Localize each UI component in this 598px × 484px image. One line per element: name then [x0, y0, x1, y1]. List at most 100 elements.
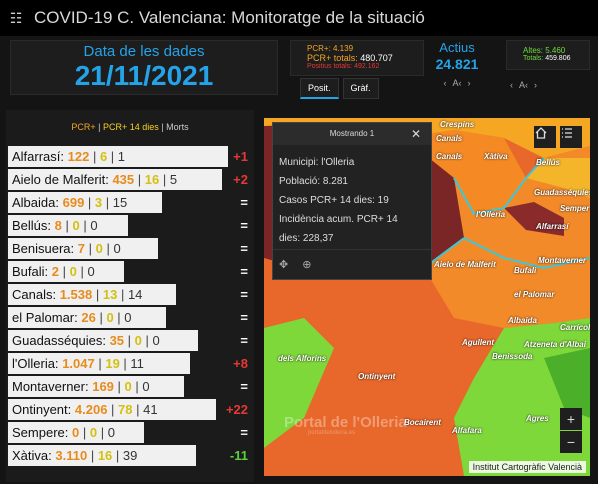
separator: | — [132, 402, 144, 417]
home-button[interactable] — [534, 126, 556, 148]
map-label: dels Alforins — [278, 354, 327, 363]
list-header-morts: Morts — [166, 122, 189, 132]
altes-total: Totals: 459.806 — [523, 55, 589, 62]
separator: | — [95, 310, 107, 325]
list-item[interactable]: Montaverner: 169 | 0 | 0 = — [6, 375, 254, 398]
popup-line: Població: 8.281 — [279, 176, 348, 187]
pcr14-value: 0 — [89, 425, 98, 440]
list-item[interactable]: el Palomar: 26 | 0 | 0 = — [6, 306, 254, 329]
municipality-name: Bellús: — [12, 218, 52, 233]
positius-total: Positius totals: 492.162 — [307, 63, 380, 70]
separator: | — [87, 448, 98, 463]
delta-value: +2 — [233, 172, 248, 187]
municipality-name: Ontinyent: — [12, 402, 72, 417]
prev-button[interactable]: ‹ — [444, 78, 447, 88]
row-text: Canals: 1.538 | 13 | 14 — [6, 287, 142, 302]
list-item[interactable]: Sempere: 0 | 0 | 0 = — [6, 421, 254, 444]
list-item[interactable]: Ontinyent: 4.206 | 78 | 41 +22 — [6, 398, 254, 421]
close-icon[interactable]: ✕ — [411, 123, 421, 145]
list-item[interactable]: Bufali: 2 | 0 | 0 = — [6, 260, 254, 283]
popup-body: Municipi: l'Olleria Població: 8.281 Caso… — [273, 145, 431, 248]
morts-value: 0 — [152, 333, 160, 348]
delta-value: = — [240, 425, 248, 440]
pcr-value: 122 — [67, 149, 90, 164]
pcr14-value: 16 — [97, 448, 113, 463]
zoom-in-button[interactable]: + — [560, 408, 582, 430]
zoom-to-icon[interactable]: ⊕ — [302, 258, 311, 271]
pcr-value: 435 — [112, 172, 135, 187]
row-text: Sempere: 0 | 0 | 0 — [6, 425, 115, 440]
map-label: Bocairent — [404, 418, 441, 427]
zoom-out-button[interactable]: − — [560, 431, 582, 453]
list-item[interactable]: Xàtiva: 3.110 | 16 | 39 -11 — [6, 444, 254, 467]
map-label: Alfafara — [452, 426, 482, 435]
pcr-value: 169 — [92, 379, 114, 394]
next-button[interactable]: › — [534, 80, 537, 90]
separator: | — [79, 218, 91, 233]
municipality-list-panel: PCR+ | PCR+ 14 dies | Morts Alfarrasí: 1… — [6, 110, 254, 482]
map-label: Aielo de Malferit — [434, 260, 496, 269]
actius-panel: Actius 24.821 ‹ A‹ › — [423, 40, 491, 98]
legend-button[interactable] — [560, 126, 582, 148]
map-label: Canals — [436, 152, 463, 161]
separator: | — [112, 448, 123, 463]
separator: | — [97, 425, 108, 440]
pcr-value: 7 — [77, 241, 86, 256]
app-header: ☷ COVID-19 C. Valenciana: Monitoratge de… — [0, 0, 598, 36]
delta-value: = — [240, 264, 248, 279]
municipality-name: Montaverner: — [12, 379, 89, 394]
map-label: el Palomar — [514, 290, 555, 299]
list-item[interactable]: Canals: 1.538 | 13 | 14 = — [6, 283, 254, 306]
tab-positius[interactable]: Posit. — [300, 78, 339, 99]
list-item[interactable]: Benisuera: 7 | 0 | 0 = — [6, 237, 254, 260]
row-text: Albaida: 699 | 3 | 15 — [6, 195, 127, 210]
delta-value: +22 — [225, 402, 248, 417]
separator: | — [134, 172, 145, 187]
list-item[interactable]: Albaida: 699 | 3 | 15 = — [6, 191, 254, 214]
municipality-name: Benisuera: — [12, 241, 75, 256]
municipality-name: Xàtiva: — [12, 448, 52, 463]
tab-grafic[interactable]: Gràf. — [342, 78, 379, 99]
separator: | — [102, 241, 114, 256]
morts-value: 0 — [142, 379, 150, 394]
popup-line: Incidència acum. PCR+ 14 — [279, 214, 398, 225]
popup-title: Mostrando 1 — [329, 129, 375, 138]
feature-popup: Mostrando 1 ✕ Municipi: l'Olleria Poblac… — [272, 122, 432, 280]
separator: | — [61, 218, 73, 233]
prev-button[interactable]: ‹ — [510, 80, 513, 90]
delta-value: = — [240, 218, 248, 233]
separator: | — [119, 356, 131, 371]
map-label: Carrícol — [560, 323, 590, 332]
list-item[interactable]: Guadasséquies: 35 | 0 | 0 = — [6, 329, 254, 352]
first-button[interactable]: A‹ — [453, 78, 462, 88]
map-label: Agullent — [462, 338, 494, 347]
pcr14-value: 16 — [144, 172, 160, 187]
pcr14-value: 0 — [124, 379, 132, 394]
pcr-value: 1.047 — [62, 356, 95, 371]
popup-header: Mostrando 1 ✕ — [273, 123, 431, 145]
separator: | — [59, 264, 70, 279]
morts-value: 0 — [124, 310, 132, 325]
pan-icon[interactable]: ✥ — [279, 258, 288, 271]
morts-value: 11 — [130, 356, 144, 371]
separator: | — [131, 379, 143, 394]
morts-value: 0 — [113, 241, 121, 256]
morts-value: 15 — [112, 195, 128, 210]
list-header-pcr14: PCR+ 14 dies — [102, 122, 159, 132]
map-label: Atzeneta d'Albai — [524, 340, 586, 349]
separator: | — [84, 195, 95, 210]
delta-value: -11 — [229, 448, 248, 463]
list-item[interactable]: Bellús: 8 | 0 | 0 = — [6, 214, 254, 237]
next-button[interactable]: › — [468, 78, 471, 88]
pcr14-value: 78 — [118, 402, 133, 417]
list-item[interactable]: Alfarrasí: 122 | 6 | 1 +1 — [6, 145, 254, 168]
list-item[interactable]: Aielo de Malferit: 435 | 16 | 5 +2 — [6, 168, 254, 191]
municipality-name: Albaida: — [12, 195, 59, 210]
list-item[interactable]: l'Olleria: 1.047 | 19 | 11 +8 — [6, 352, 254, 375]
pcr-value: 35 — [109, 333, 125, 348]
pcr14-value: 19 — [105, 356, 120, 371]
first-button[interactable]: A‹ — [519, 80, 528, 90]
date-value: 21/11/2021 — [74, 60, 214, 91]
separator: | — [113, 310, 125, 325]
actius-value: 24.821 — [435, 56, 479, 72]
